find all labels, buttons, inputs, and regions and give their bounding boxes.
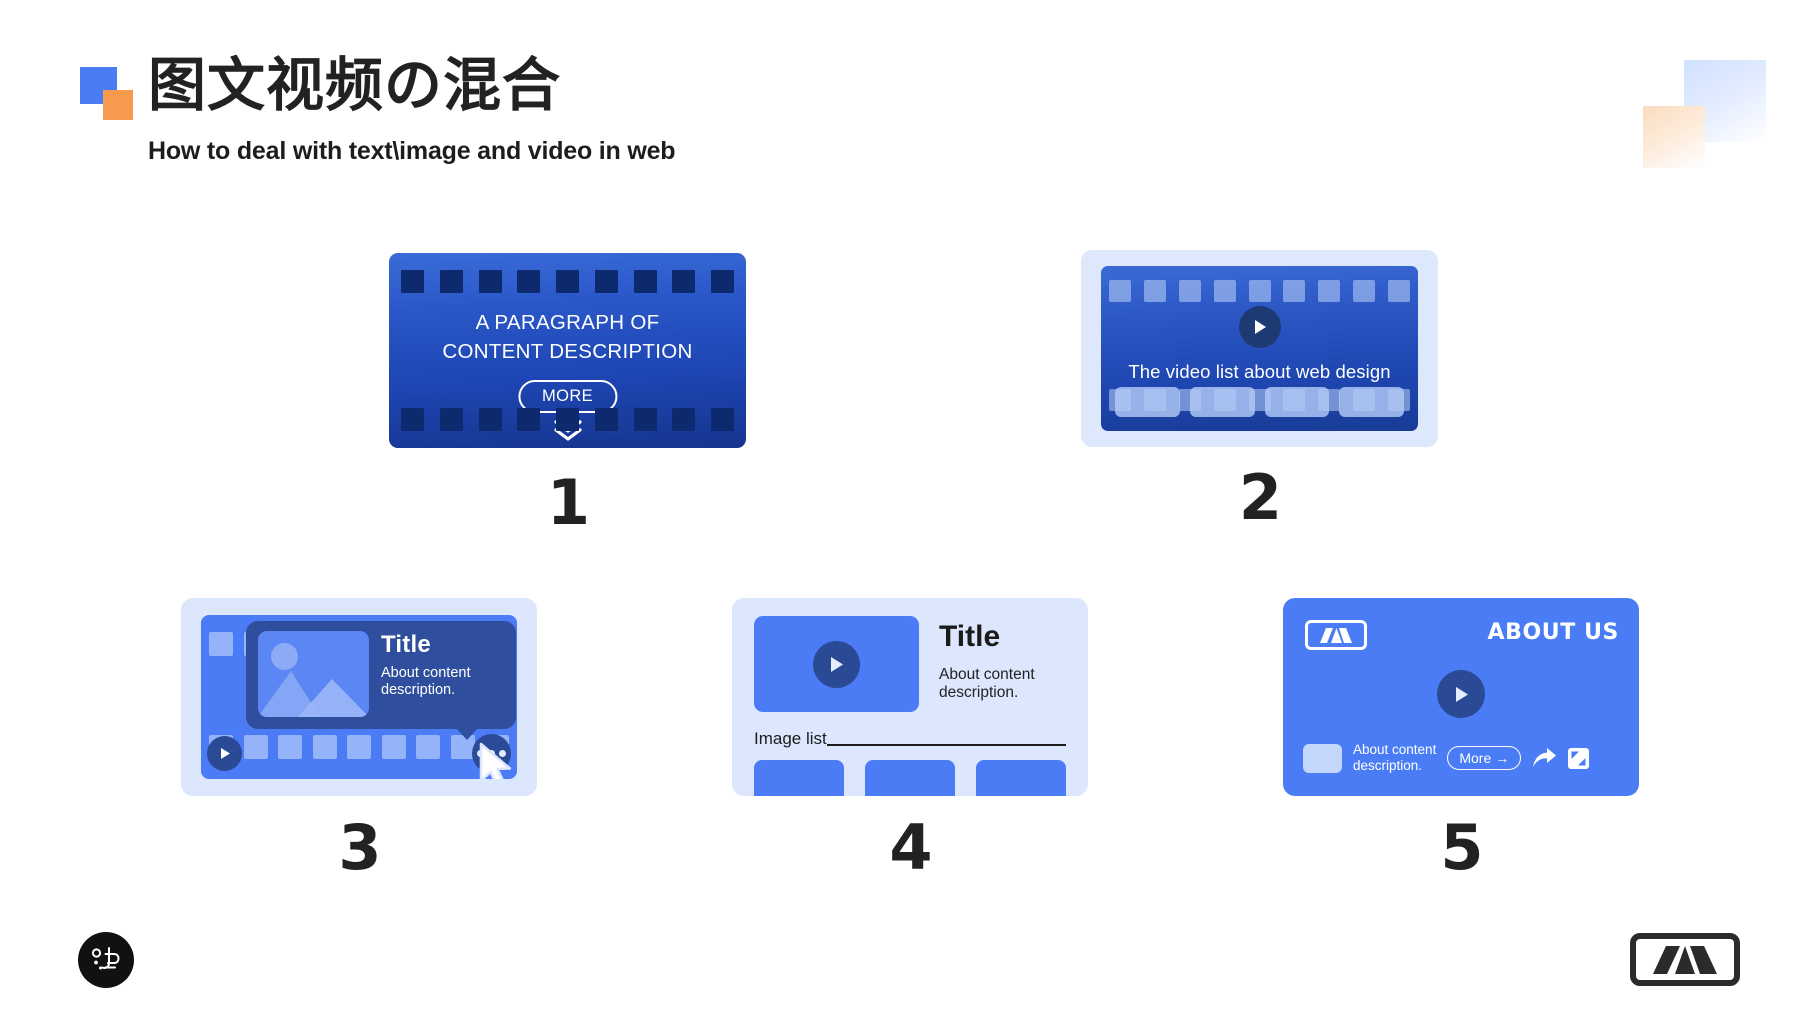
film-perforations-top [389,270,746,293]
thumbnail-item[interactable] [1189,387,1255,417]
arrow-right-icon: → [1495,750,1510,766]
circular-brand-logo-icon [78,932,134,988]
card-5-footer: About content description. More → [1303,742,1621,774]
play-icon [1455,686,1468,702]
card-2-slot: The video list about web design 2 [1081,250,1438,534]
mountain-logo-icon [1630,933,1740,986]
play-icon [1254,320,1266,334]
tooltip-title: Title [381,631,431,658]
decorative-orange-square [1643,106,1705,168]
card-1-body-line2: CONTENT DESCRIPTION [442,340,693,363]
video-with-image-list-card[interactable]: Title About content description. Image l… [732,598,1088,796]
about-us-label: ABOUT US [1487,620,1619,645]
expand-button[interactable] [1568,747,1590,769]
page-subtitle: How to deal with text\image and video in… [148,137,676,165]
card-1-number: 1 [546,466,590,539]
card-3-film-strip: Title About content description. [201,615,517,779]
video-thumbnail[interactable] [754,616,919,712]
card-2-thumbnail-list [1115,387,1404,417]
expand-fullscreen-icon [1568,747,1590,769]
card-5-slot: ABOUT US About content description. More… [1283,598,1639,884]
hover-tooltip: Title About content description. [246,621,516,740]
card-5-number: 5 [1440,811,1483,884]
thumbnail-item[interactable] [1115,387,1180,417]
play-button[interactable] [813,640,860,688]
image-chip[interactable] [976,760,1066,796]
hover-tooltip-film-card[interactable]: Title About content description. [181,598,537,796]
card-2-film-strip: The video list about web design [1101,266,1418,431]
play-icon [220,748,230,759]
tooltip-description: About content description. [381,665,471,698]
logo-square-orange [103,90,133,120]
image-chip[interactable] [865,760,955,796]
play-icon [831,656,843,672]
text-overlay-film-card[interactable]: A PARAGRAPH OF CONTENT DESCRIPTION MORE [389,253,746,448]
video-list-film-card[interactable]: The video list about web design [1081,250,1438,447]
thumbnail-item[interactable] [1339,387,1404,417]
more-label: More [1459,750,1492,766]
share-arrow-icon [1533,748,1557,767]
two-squares-logo-icon [80,67,140,123]
card-1-body-line1: A PARAGRAPH OF [475,311,660,334]
card-2-caption: The video list about web design [1128,361,1391,382]
card-3-number: 3 [338,811,381,884]
footer-thumbnail[interactable] [1303,743,1342,773]
more-button[interactable]: More → [1447,746,1522,770]
card-4-description: About content description. [939,666,1035,701]
film-perforations-bottom [389,408,746,431]
image-list-label: Image list [754,729,827,748]
card-1-slot: A PARAGRAPH OF CONTENT DESCRIPTION MORE … [389,253,746,539]
play-button[interactable] [1437,670,1485,718]
mountain-logo-icon [1305,620,1367,650]
image-list-header: Image list [754,729,1066,749]
film-perforations-top [1101,280,1418,302]
play-button[interactable] [1238,306,1281,348]
card-4-title: Title [939,620,1001,653]
play-button[interactable] [207,736,242,771]
card-1-body-text: A PARAGRAPH OF CONTENT DESCRIPTION [389,308,746,366]
thumbnail-item[interactable] [1264,387,1330,417]
card-4-number: 4 [889,811,932,884]
footer-description: About content description. [1353,742,1437,773]
image-list-rule [826,744,1066,746]
share-button[interactable] [1532,747,1557,769]
card-2-number: 2 [1238,461,1282,534]
page-title: 图文视频の混合 [148,51,562,119]
about-us-video-card[interactable]: ABOUT US About content description. More… [1283,598,1639,796]
image-list-chips [754,760,1066,796]
image-chip[interactable] [754,760,844,796]
card-3-slot: Title About content description. 3 [181,598,537,884]
cursor-arrow-icon [479,742,512,779]
card-4-slot: Title About content description. Image l… [732,598,1088,884]
image-placeholder-icon [258,631,369,717]
